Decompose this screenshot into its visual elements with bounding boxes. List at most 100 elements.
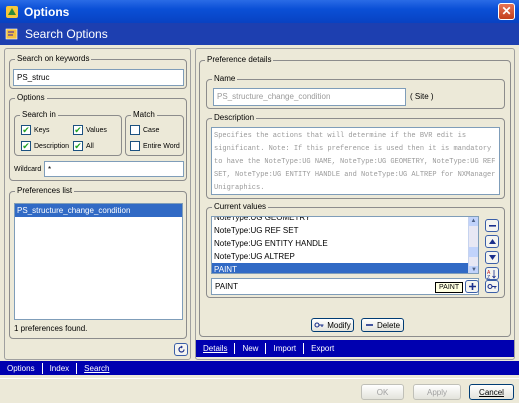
window-title-bar: Options ✕ xyxy=(0,0,519,23)
list-item[interactable]: NoteType:UG GEOMETRY xyxy=(212,217,470,224)
values-checkbox[interactable]: ✔ Values xyxy=(73,125,107,135)
description-checkbox[interactable]: ✔ Description xyxy=(21,141,69,151)
keys-checkbox[interactable]: ✔ Keys xyxy=(21,125,50,135)
list-item[interactable]: NoteType:UG REF SET xyxy=(212,224,470,237)
window-title: Options xyxy=(24,4,70,19)
modify-button[interactable]: Modify xyxy=(311,318,354,332)
left-panel: Search on keywords PS_struc Options Sear… xyxy=(4,48,191,360)
scroll-down-arrow-icon[interactable]: ▼ xyxy=(469,266,478,273)
check-icon: ✔ xyxy=(21,124,31,135)
current-values-label: Current values xyxy=(212,202,269,211)
scroll-thumb[interactable] xyxy=(469,247,478,257)
preferences-found-text: 1 preferences found. xyxy=(14,324,88,333)
modify-key-icon xyxy=(314,322,324,328)
delete-label: Delete xyxy=(376,320,401,330)
wildcard-input[interactable]: * xyxy=(44,161,184,177)
header-title: Search Options xyxy=(25,27,108,41)
left-tab-bar: Options Index Search xyxy=(0,361,519,375)
key-value-button[interactable] xyxy=(485,280,499,293)
match-group: Match Case Entire Word xyxy=(125,110,184,156)
sort-icon: A Z xyxy=(487,269,496,279)
all-checkbox[interactable]: ✔ All xyxy=(73,141,94,151)
entire-word-label: Entire Word xyxy=(143,142,180,150)
delete-minus-icon xyxy=(365,324,373,326)
minus-icon xyxy=(488,225,496,227)
scroll-up-arrow-icon[interactable]: ▲ xyxy=(469,217,478,226)
list-item[interactable]: NoteType:UG ALTREP xyxy=(212,250,470,263)
plus-icon xyxy=(468,283,476,290)
header-band: Search Options xyxy=(0,23,519,45)
refresh-button[interactable] xyxy=(174,343,188,356)
options-group: Options Search in ✔ Keys ✔ Values ✔ Desc… xyxy=(9,93,187,181)
ok-button[interactable]: OK xyxy=(361,384,404,400)
svg-text:Z: Z xyxy=(487,275,490,279)
list-item[interactable]: PS_structure_change_condition xyxy=(15,204,182,217)
preference-details-label: Preference details xyxy=(205,55,274,64)
name-label: Name xyxy=(212,74,238,83)
preferences-listbox[interactable]: PS_structure_change_condition xyxy=(14,203,183,320)
search-in-label: Search in xyxy=(20,110,58,119)
delete-button[interactable]: Delete xyxy=(361,318,404,332)
modify-label: Modify xyxy=(327,320,351,330)
search-options-icon xyxy=(5,28,18,40)
entire-word-checkbox[interactable]: Entire Word xyxy=(130,141,180,151)
search-input[interactable]: PS_struc xyxy=(13,69,184,86)
values-label: Values xyxy=(86,126,107,134)
preferences-list-label: Preferences list xyxy=(15,186,75,195)
list-item[interactable]: PAINT xyxy=(212,263,470,273)
search-keywords-label: Search on keywords xyxy=(15,54,92,63)
search-keywords-group: Search on keywords PS_struc xyxy=(9,54,187,89)
tab-search[interactable]: Search xyxy=(77,363,116,374)
match-label: Match xyxy=(131,110,157,119)
app-icon xyxy=(6,5,18,18)
description-label: Description xyxy=(34,142,70,150)
tooltip: PAINT xyxy=(435,282,464,293)
arrow-down-icon xyxy=(488,255,496,260)
cancel-button[interactable]: Cancel xyxy=(469,384,514,400)
arrow-up-icon xyxy=(488,239,496,244)
search-in-group: Search in ✔ Keys ✔ Values ✔ Description … xyxy=(14,110,122,156)
current-values-group: Current values NoteType:UG GEOMETRY Note… xyxy=(206,202,505,298)
name-field: PS_structure_change_condition xyxy=(213,88,406,106)
check-icon: ✔ xyxy=(21,140,31,151)
case-checkbox[interactable]: Case xyxy=(130,125,159,135)
tab-import[interactable]: Import xyxy=(266,343,305,354)
preference-details-group: Preference details Name PS_structure_cha… xyxy=(199,55,511,337)
remove-value-button[interactable] xyxy=(485,219,499,232)
check-icon: ✔ xyxy=(73,140,83,151)
list-item[interactable]: NoteType:UG ENTITY HANDLE xyxy=(212,237,470,250)
scope-label: ( Site ) xyxy=(410,92,434,101)
keys-label: Keys xyxy=(34,126,50,134)
case-label: Case xyxy=(143,126,160,134)
right-panel: Preference details Name PS_structure_cha… xyxy=(195,48,515,360)
checkbox-empty-icon xyxy=(130,125,140,135)
description-textarea: Specifies the actions that will determin… xyxy=(211,127,500,195)
checkbox-empty-icon xyxy=(130,141,140,151)
close-icon: ✕ xyxy=(501,4,512,18)
refresh-icon xyxy=(177,345,185,353)
move-down-button[interactable] xyxy=(485,251,499,264)
description-label: Description xyxy=(212,113,257,122)
listbox-scrollbar[interactable]: ▲ ▼ xyxy=(468,217,478,273)
tab-index[interactable]: Index xyxy=(43,362,78,374)
footer: OK Apply Cancel xyxy=(0,378,519,403)
tab-details[interactable]: Details xyxy=(196,343,236,354)
add-value-button[interactable] xyxy=(465,280,479,293)
apply-button[interactable]: Apply xyxy=(413,384,461,400)
close-button[interactable]: ✕ xyxy=(498,3,515,20)
preferences-list-group: Preferences list PS_structure_change_con… xyxy=(9,186,187,339)
all-label: All xyxy=(86,142,94,150)
description-group: Description Specifies the actions that w… xyxy=(206,113,505,199)
wildcard-label: Wildcard xyxy=(14,166,42,173)
tab-options[interactable]: Options xyxy=(0,362,43,374)
current-values-listbox[interactable]: NoteType:UG GEOMETRY NoteType:UG REF SET… xyxy=(211,216,479,274)
options-label: Options xyxy=(15,93,47,102)
sort-button[interactable]: A Z xyxy=(485,267,499,280)
check-icon: ✔ xyxy=(73,124,83,135)
tab-export[interactable]: Export xyxy=(304,343,341,354)
tab-new[interactable]: New xyxy=(235,343,267,354)
move-up-button[interactable] xyxy=(485,235,499,248)
right-tab-bar: Details New Import Export xyxy=(196,340,514,357)
name-group: Name PS_structure_change_condition ( Sit… xyxy=(206,74,505,109)
key-icon xyxy=(487,283,497,290)
